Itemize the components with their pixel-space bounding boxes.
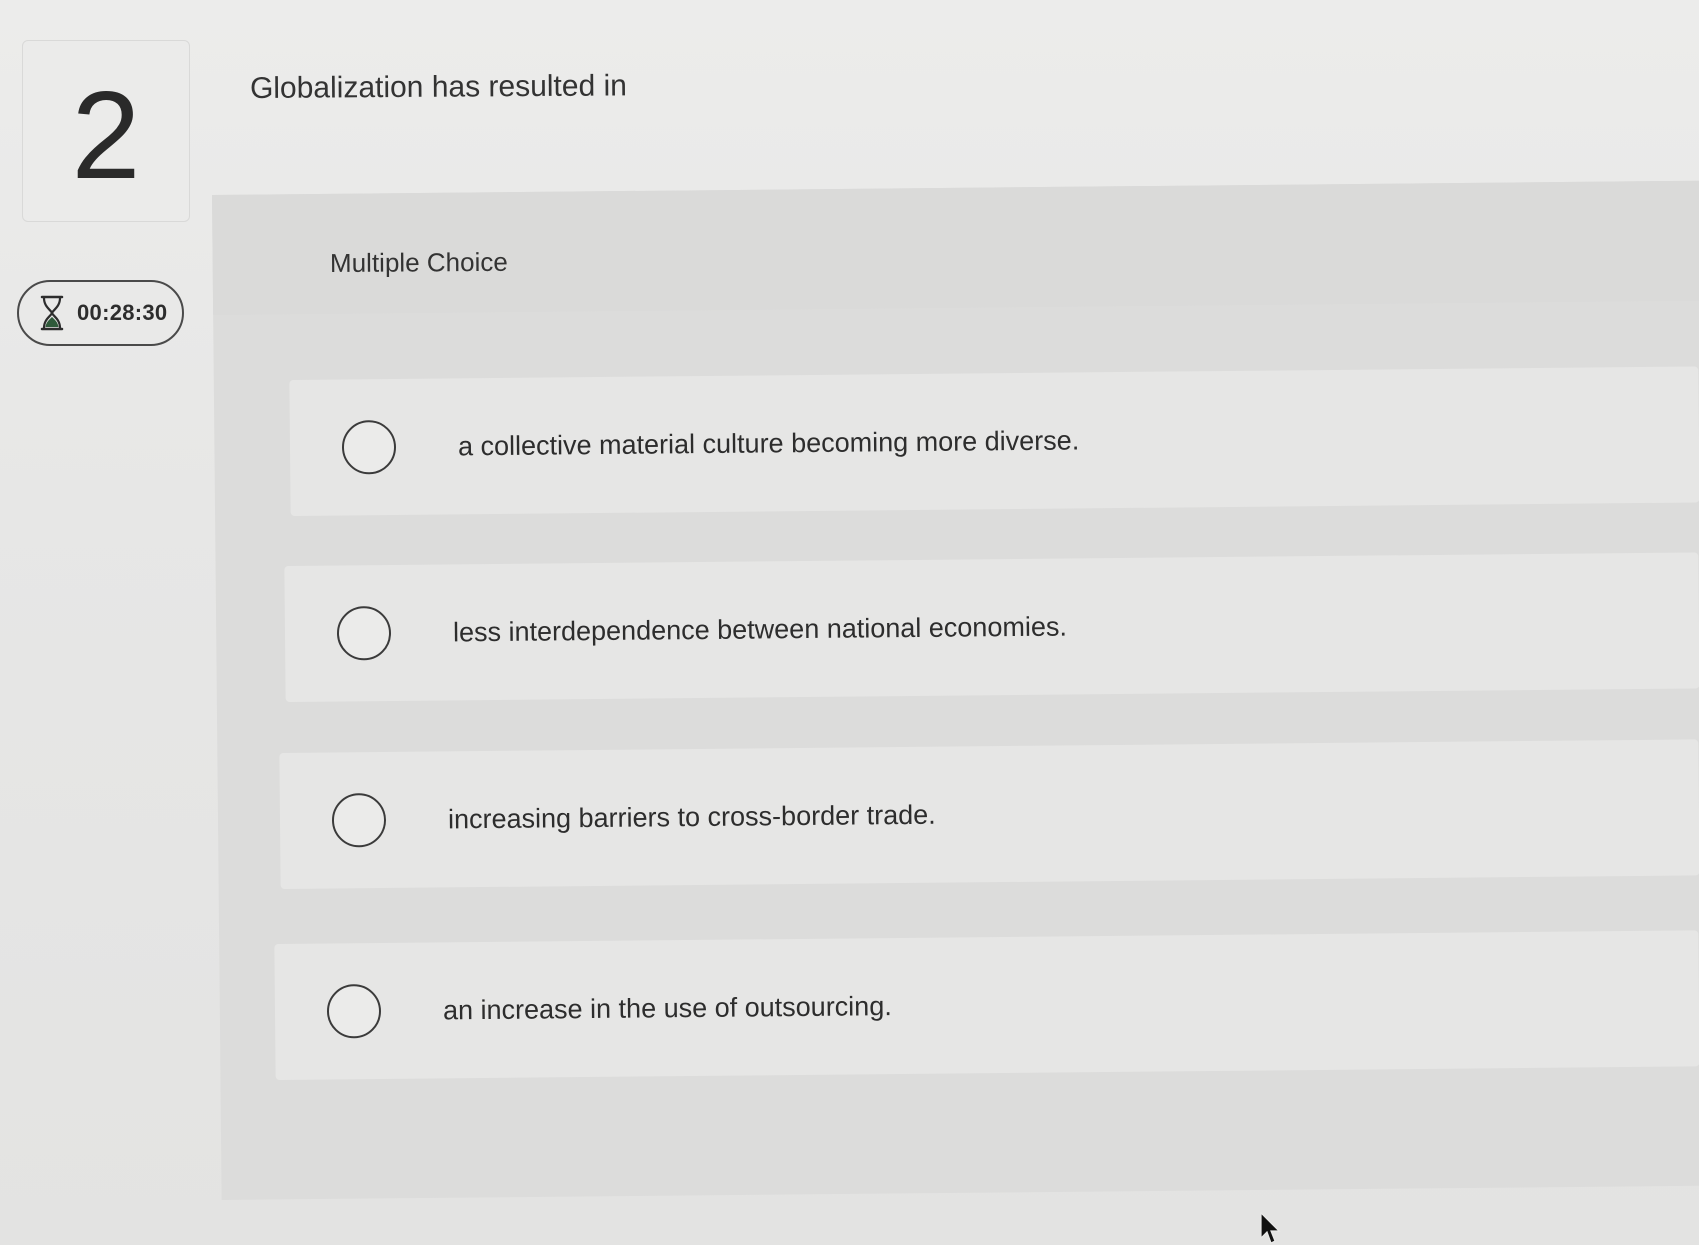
question-type-label: Multiple Choice xyxy=(329,246,508,278)
question-number-box: 2 xyxy=(22,40,190,222)
option-a[interactable]: a collective material culture becoming m… xyxy=(289,366,1699,516)
radio-button[interactable] xyxy=(336,605,392,661)
question-text: Globalization has resulted in xyxy=(249,69,627,105)
option-label[interactable]: a collective material culture becoming m… xyxy=(458,425,1080,462)
option-d[interactable]: an increase in the use of outsourcing. xyxy=(274,930,1699,1080)
timer-value: 00:28:30 xyxy=(77,300,168,325)
timer[interactable]: 00:28:30 xyxy=(17,280,184,346)
radio-button[interactable] xyxy=(331,792,387,848)
mouse-pointer-icon xyxy=(1260,1212,1281,1244)
option-label[interactable]: an increase in the use of outsourcing. xyxy=(443,991,892,1026)
radio-button[interactable] xyxy=(341,419,397,475)
radio-button[interactable] xyxy=(326,983,382,1039)
option-c[interactable]: increasing barriers to cross-border trad… xyxy=(279,739,1699,889)
option-label[interactable]: less interdependence between national ec… xyxy=(453,611,1067,648)
hourglass-icon xyxy=(39,295,65,331)
option-label[interactable]: increasing barriers to cross-border trad… xyxy=(448,799,936,835)
option-b[interactable]: less interdependence between national ec… xyxy=(284,552,1699,702)
question-number: 2 xyxy=(71,67,141,205)
